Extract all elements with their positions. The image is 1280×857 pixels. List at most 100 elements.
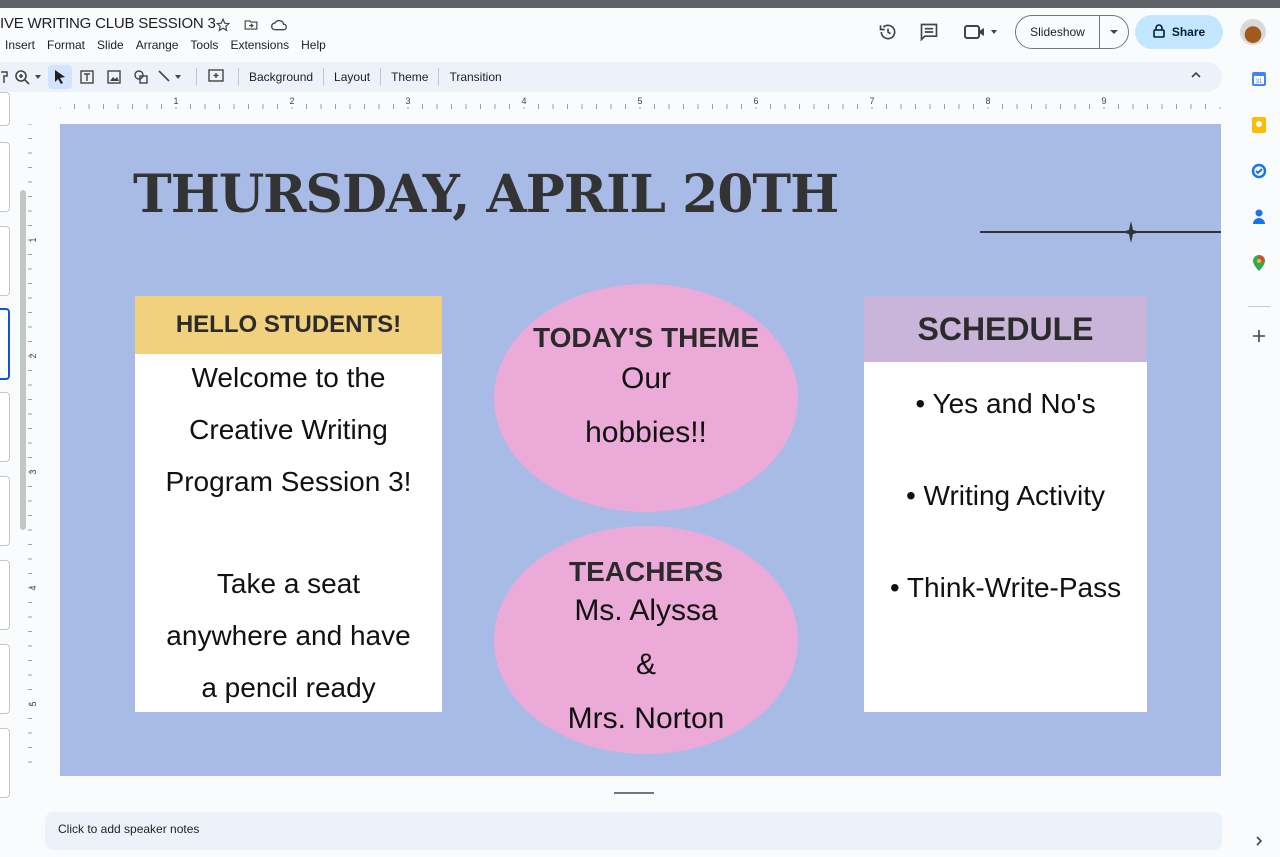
maps-icon[interactable] — [1250, 254, 1268, 272]
schedule-item: • Yes and No's — [915, 388, 1096, 419]
expand-panel-icon[interactable] — [1250, 832, 1268, 850]
horizontal-ruler: 1 2 3 4 5 6 7 8 9 — [60, 96, 1221, 109]
shape-icon[interactable] — [129, 65, 153, 89]
paint-format-icon[interactable] — [0, 65, 10, 89]
toolbar-divider — [238, 68, 239, 86]
slide-thumbnail[interactable] — [0, 392, 10, 462]
toolbar: Background Layout Theme Transition — [0, 62, 1222, 92]
calendar-icon[interactable]: 31 — [1250, 70, 1268, 88]
hello-heading[interactable]: HELLO STUDENTS! — [135, 296, 442, 354]
schedule-heading[interactable]: SCHEDULE — [864, 296, 1147, 362]
ruler-h-mark: 3 — [405, 96, 410, 106]
schedule-body[interactable]: • Yes and No's • Writing Activity • Thin… — [864, 362, 1147, 712]
menu-arrange[interactable]: Arrange — [136, 38, 179, 52]
menu-slide[interactable]: Slide — [97, 38, 124, 52]
zoom-icon[interactable] — [13, 65, 45, 89]
speaker-notes[interactable]: Click to add speaker notes — [45, 812, 1222, 850]
slideshow-label[interactable]: Slideshow — [1016, 16, 1100, 48]
slide-thumbnail[interactable] — [0, 226, 10, 296]
menu-insert[interactable]: Insert — [5, 38, 35, 52]
theme-button[interactable]: Theme — [388, 70, 431, 84]
hello-line: anywhere and have — [166, 620, 411, 651]
decorative-line[interactable] — [980, 231, 1221, 233]
cloud-saved-icon[interactable] — [270, 16, 288, 34]
slide[interactable]: THURSDAY, APRIL 20TH HELLO STUDENTS! Wel… — [60, 124, 1221, 776]
ruler-v-mark: 2 — [28, 353, 38, 358]
add-icon[interactable] — [1250, 327, 1268, 345]
theme-line: hobbies!! — [585, 416, 707, 449]
menu-format[interactable]: Format — [47, 38, 85, 52]
background-button[interactable]: Background — [246, 70, 316, 84]
slide-thumbnail[interactable] — [0, 142, 10, 212]
ruler-h-mark: 2 — [289, 96, 294, 106]
speaker-notes-placeholder: Click to add speaker notes — [58, 822, 200, 836]
menu-extensions[interactable]: Extensions — [230, 38, 289, 52]
line-icon[interactable] — [156, 65, 186, 89]
hello-line: Program Session 3! — [165, 466, 412, 497]
tasks-icon[interactable] — [1250, 162, 1268, 180]
text-box-icon[interactable] — [75, 65, 99, 89]
ruler-h-mark: 5 — [637, 96, 642, 106]
schedule-item: • Writing Activity — [905, 480, 1106, 511]
notes-resize-handle[interactable] — [614, 792, 654, 794]
slide-thumbnail[interactable] — [0, 476, 10, 546]
slide-thumbnail[interactable] — [0, 92, 10, 126]
toolbar-divider — [380, 68, 382, 86]
theme-line: Our — [620, 362, 671, 395]
teachers-line: Ms. Alyssa — [574, 594, 718, 627]
menu-tools[interactable]: Tools — [190, 38, 218, 52]
ruler-h-mark: 9 — [1101, 96, 1106, 106]
ruler-h-mark: 7 — [869, 96, 874, 106]
menu-bar: Insert Format Slide Arrange Tools Extens… — [5, 38, 326, 52]
browser-strip — [0, 0, 1280, 8]
hello-line: Take a seat — [216, 568, 361, 599]
document-title[interactable]: IVE WRITING CLUB SESSION 3 — [0, 15, 216, 32]
slide-thumbnail[interactable] — [0, 644, 10, 714]
move-to-folder-icon[interactable] — [242, 16, 260, 34]
svg-text:31: 31 — [1256, 79, 1263, 85]
ruler-v-mark: 4 — [28, 585, 38, 590]
hello-body[interactable]: Welcome to the Creative Writing Program … — [135, 354, 442, 712]
history-icon[interactable] — [877, 21, 899, 43]
hello-line: Welcome to the — [191, 362, 386, 393]
slideshow-button[interactable]: Slideshow — [1015, 15, 1129, 49]
slide-thumbnail[interactable] — [0, 560, 10, 630]
video-call-icon[interactable] — [962, 21, 1000, 43]
contacts-icon[interactable] — [1250, 208, 1268, 226]
side-panel-divider — [1248, 306, 1270, 307]
teachers-ellipse[interactable]: TEACHERS Ms. Alyssa & Mrs. Norton — [494, 526, 798, 754]
ruler-h-mark: 8 — [985, 96, 990, 106]
toolbar-divider — [323, 68, 325, 86]
keep-icon[interactable] — [1250, 116, 1268, 134]
sparkle-icon[interactable] — [1121, 221, 1141, 243]
share-label: Share — [1171, 25, 1206, 39]
transition-button[interactable]: Transition — [446, 70, 504, 84]
teachers-heading: TEACHERS — [568, 556, 723, 587]
theme-ellipse[interactable]: TODAY'S THEME Our hobbies!! — [494, 284, 798, 512]
add-comment-icon[interactable] — [204, 65, 228, 89]
ruler-h-mark: 4 — [521, 96, 526, 106]
filmstrip-scrollbar[interactable] — [20, 190, 26, 530]
menu-help[interactable]: Help — [301, 38, 326, 52]
slide-thumbnail-selected[interactable] — [0, 308, 10, 380]
teachers-line: & — [635, 648, 656, 681]
toolbar-divider — [196, 68, 197, 86]
slide-title[interactable]: THURSDAY, APRIL 20TH — [133, 164, 839, 225]
slideshow-dropdown-icon[interactable] — [1100, 16, 1128, 48]
ruler-v-mark: 1 — [28, 237, 38, 242]
ruler-v-mark: 3 — [28, 469, 38, 474]
slide-thumbnail[interactable] — [0, 728, 10, 798]
share-button[interactable]: Share — [1135, 15, 1223, 49]
layout-button[interactable]: Layout — [331, 70, 373, 84]
toolbar-divider — [438, 68, 440, 86]
lock-icon — [1153, 23, 1165, 41]
select-icon[interactable] — [48, 65, 72, 89]
teachers-line: Mrs. Norton — [567, 702, 725, 735]
avatar[interactable] — [1240, 19, 1266, 45]
star-icon[interactable] — [214, 16, 232, 34]
comment-icon[interactable] — [918, 21, 940, 43]
collapse-icon[interactable] — [1190, 69, 1202, 84]
slide-filmstrip — [0, 92, 16, 802]
image-icon[interactable] — [102, 65, 126, 89]
ruler-v-mark: 5 — [28, 701, 38, 706]
